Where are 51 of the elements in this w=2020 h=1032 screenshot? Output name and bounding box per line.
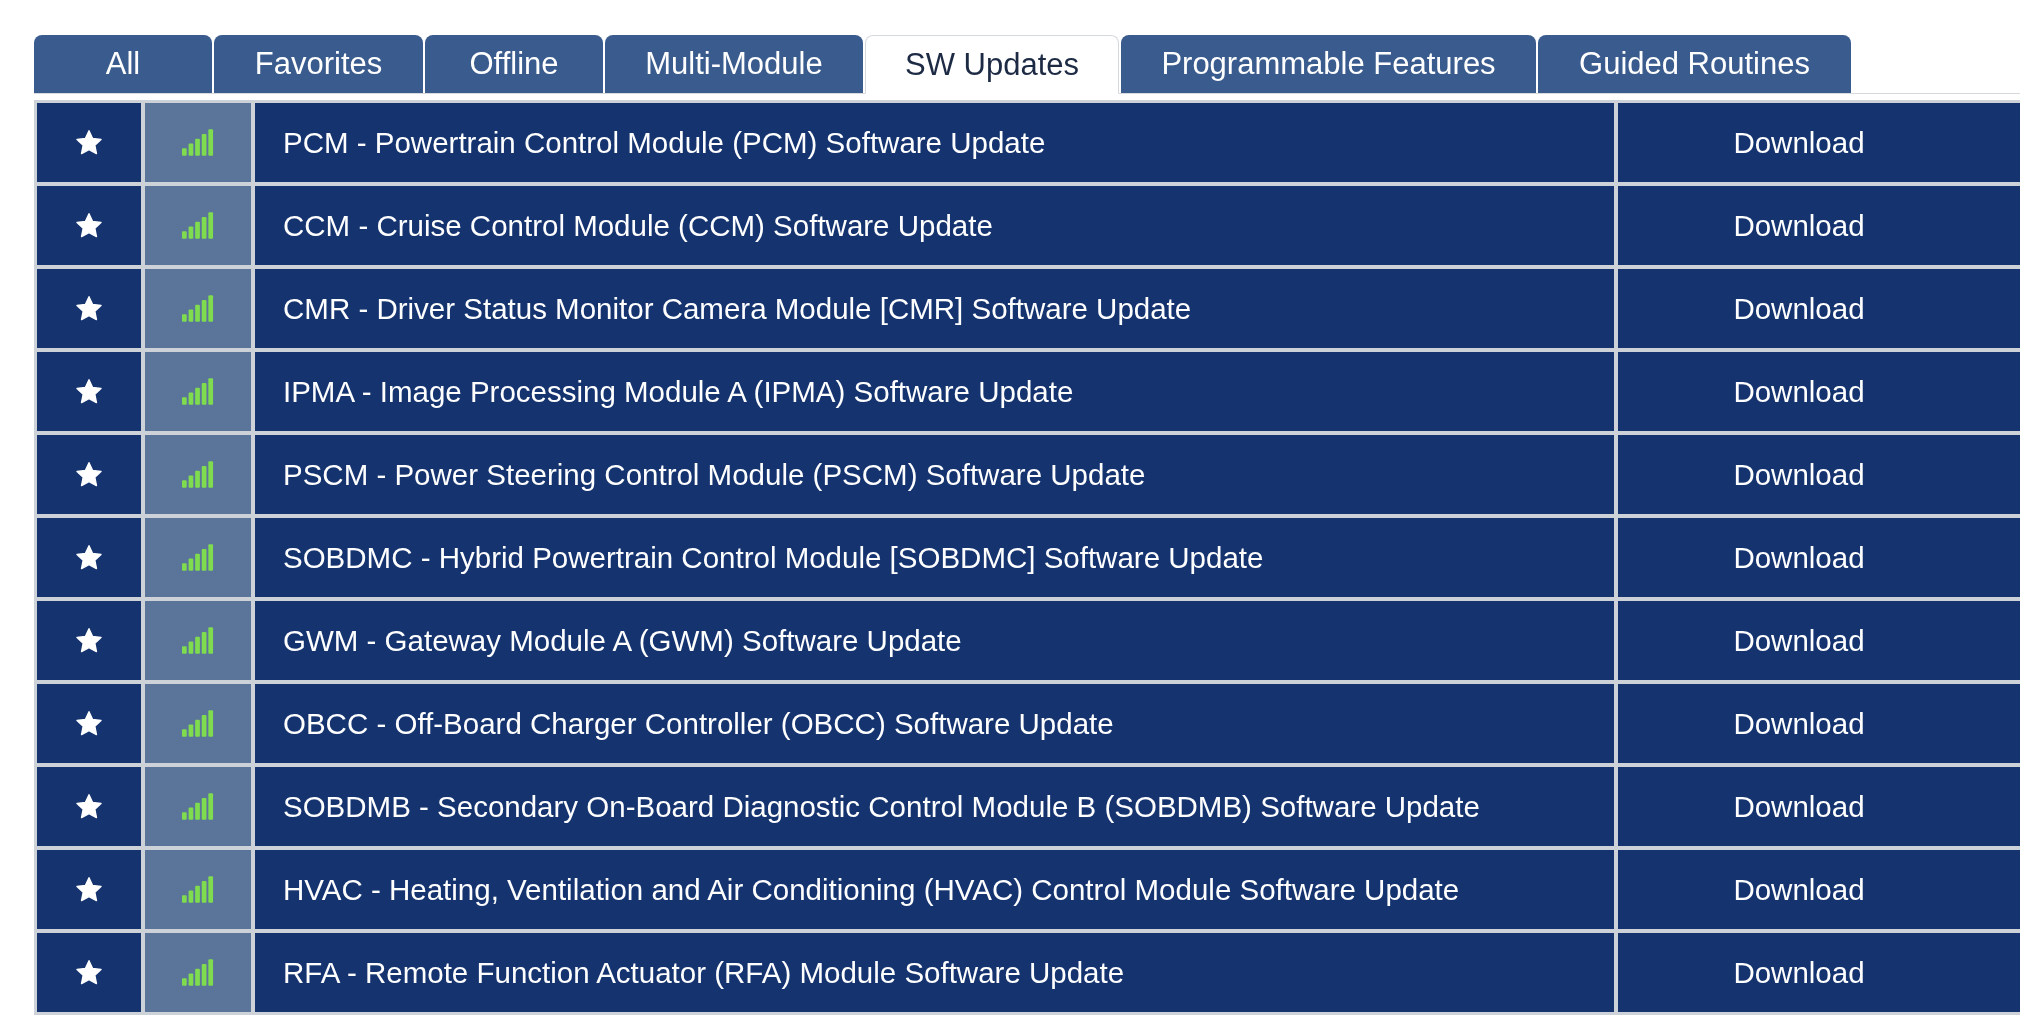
signal-bars-icon [182, 378, 214, 405]
star-icon[interactable] [75, 294, 103, 323]
signal-bars-icon [182, 710, 214, 737]
update-name-cell[interactable]: CMR - Driver Status Monitor Camera Module [CMR] Software Update [255, 269, 1614, 348]
tab[interactable]: All [34, 35, 212, 93]
download-cell[interactable]: Download [1618, 269, 2020, 348]
signal-bars-icon [182, 129, 214, 156]
download-cell[interactable]: Download [1618, 684, 2020, 763]
star-icon[interactable] [75, 792, 103, 821]
download-cell[interactable]: Download [1618, 186, 2020, 265]
update-name-cell[interactable]: RFA - Remote Function Actuator (RFA) Module Software Update [255, 933, 1614, 1012]
star-icon[interactable] [75, 709, 103, 738]
tab[interactable]: Favorites [214, 35, 423, 93]
tab[interactable]: Multi-Module [605, 35, 863, 93]
update-name-cell[interactable]: SOBDMB - Secondary On-Board Diagnostic Control Module B (SOBDMB) Software Update [255, 767, 1614, 846]
star-icon[interactable] [75, 460, 103, 489]
signal-bars-icon [182, 212, 214, 239]
star-icon[interactable] [75, 875, 103, 904]
download-cell[interactable]: Download [1618, 933, 2020, 1012]
star-icon[interactable] [75, 626, 103, 655]
signal-bars-icon [182, 876, 214, 903]
update-name-cell[interactable]: CCM - Cruise Control Module (CCM) Software Update [255, 186, 1614, 265]
update-name-cell[interactable]: PCM - Powertrain Control Module (PCM) Software Update [255, 103, 1614, 182]
star-icon[interactable] [75, 211, 103, 240]
download-cell[interactable]: Download [1618, 850, 2020, 929]
download-cell[interactable]: Download [1618, 601, 2020, 680]
download-cell[interactable]: Download [1618, 767, 2020, 846]
update-name-cell[interactable]: GWM - Gateway Module A (GWM) Software Update [255, 601, 1614, 680]
update-name-cell[interactable]: PSCM - Power Steering Control Module (PSCM) Software Update [255, 435, 1614, 514]
update-name-cell[interactable]: SOBDMC - Hybrid Powertrain Control Module [SOBDMC] Software Update [255, 518, 1614, 597]
signal-bars-icon [182, 295, 214, 322]
star-icon[interactable] [75, 958, 103, 987]
update-name-cell[interactable]: IPMA - Image Processing Module A (IPMA) Software Update [255, 352, 1614, 431]
signal-bars-icon [182, 959, 214, 986]
update-name-cell[interactable]: HVAC - Heating, Ventilation and Air Conditioning (HVAC) Control Module Software Update [255, 850, 1614, 929]
download-cell[interactable]: Download [1618, 352, 2020, 431]
download-cell[interactable]: Download [1618, 435, 2020, 514]
download-cell[interactable]: Download [1618, 103, 2020, 182]
signal-bars-icon [182, 627, 214, 654]
star-icon[interactable] [75, 128, 103, 157]
star-icon[interactable] [75, 543, 103, 572]
signal-bars-icon [182, 793, 214, 820]
tab[interactable]: Guided Routines [1538, 35, 1851, 93]
download-cell[interactable]: Download [1618, 518, 2020, 597]
update-name-cell[interactable]: OBCC - Off-Board Charger Controller (OBCC) Software Update [255, 684, 1614, 763]
star-icon[interactable] [75, 377, 103, 406]
tab[interactable]: Offline [425, 35, 603, 93]
signal-bars-icon [182, 544, 214, 571]
tab[interactable]: Programmable Features [1121, 35, 1536, 93]
tab[interactable]: SW Updates [865, 35, 1119, 94]
signal-bars-icon [182, 461, 214, 488]
